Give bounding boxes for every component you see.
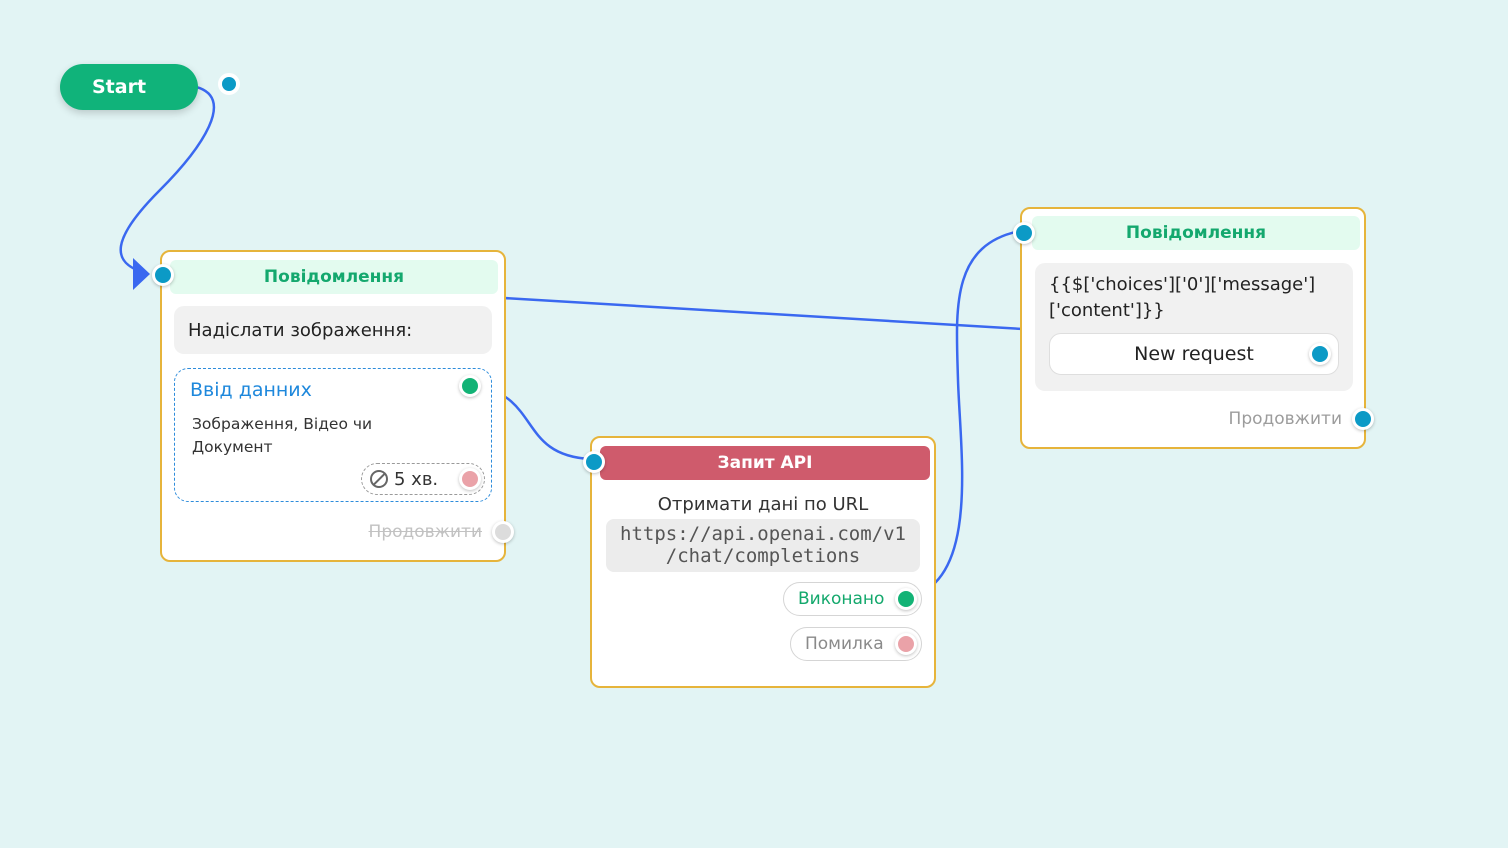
timeout-output-port[interactable] (459, 468, 481, 490)
message-node-2-text-line-2: ['content']}} (1049, 300, 1165, 321)
success-output-port[interactable] (895, 588, 917, 610)
start-node[interactable]: Start (60, 64, 240, 110)
message-text-box[interactable]: Надіслати зображення: (174, 306, 492, 354)
message-node-2-continue-label: Продовжити (1228, 409, 1342, 429)
message-node-2[interactable]: Повідомлення {{$['choices']['0']['messag… (1013, 207, 1374, 449)
edge-arrowhead (133, 258, 150, 290)
new-request-label: New request (1134, 343, 1254, 365)
user-input-output-port[interactable] (459, 375, 481, 397)
api-request-node[interactable]: Запит API Отримати дані по URL https://a… (583, 436, 936, 688)
message-node-2-title: Повідомлення (1125, 223, 1267, 243)
api-url-line-1: https://api.openai.com/v1 (620, 523, 906, 545)
message-node-2-continue-port[interactable] (1352, 408, 1374, 430)
message-node-2-header: Повідомлення (1032, 216, 1360, 250)
api-request-input-port[interactable] (583, 451, 605, 473)
message-node-1-continue-label: Продовжити (368, 522, 482, 542)
start-label: Start (92, 76, 147, 98)
timeout-value: 5 хв. (394, 468, 439, 490)
user-input-description: Зображення, Відео чи Документ (192, 415, 373, 456)
message-node-1-continue-port[interactable] (492, 521, 514, 543)
api-url-line-2: /chat/completions (665, 545, 861, 567)
api-request-header: Запит API (600, 446, 930, 480)
api-request-subtitle: Отримати дані по URL (657, 494, 869, 515)
new-request-button[interactable]: New request (1049, 333, 1339, 375)
success-label: Виконано (798, 589, 885, 609)
user-input-block[interactable]: Ввід данних Зображення, Відео чи Докумен… (174, 368, 492, 502)
message-node-1-input-port[interactable] (152, 264, 174, 286)
message-node-1-header: Повідомлення (170, 260, 498, 294)
api-request-title: Запит API (717, 453, 813, 473)
message-node-1[interactable]: Повідомлення Надіслати зображення: Ввід … (152, 250, 514, 562)
error-output-port[interactable] (895, 633, 917, 655)
error-label: Помилка (805, 634, 884, 654)
message-text: Надіслати зображення: (188, 319, 413, 341)
ban-icon (370, 470, 388, 488)
message-node-1-title: Повідомлення (263, 267, 405, 287)
message-node-2-text-line-1: {{$['choices']['0']['message'] (1049, 274, 1316, 295)
message-node-2-input-port[interactable] (1013, 222, 1035, 244)
start-output-port[interactable] (218, 73, 240, 95)
user-input-title: Ввід данних (190, 379, 312, 401)
api-url-box[interactable]: https://api.openai.com/v1 /chat/completi… (606, 519, 920, 572)
edge-start-to-message (119, 84, 216, 274)
new-request-output-port[interactable] (1309, 343, 1331, 365)
